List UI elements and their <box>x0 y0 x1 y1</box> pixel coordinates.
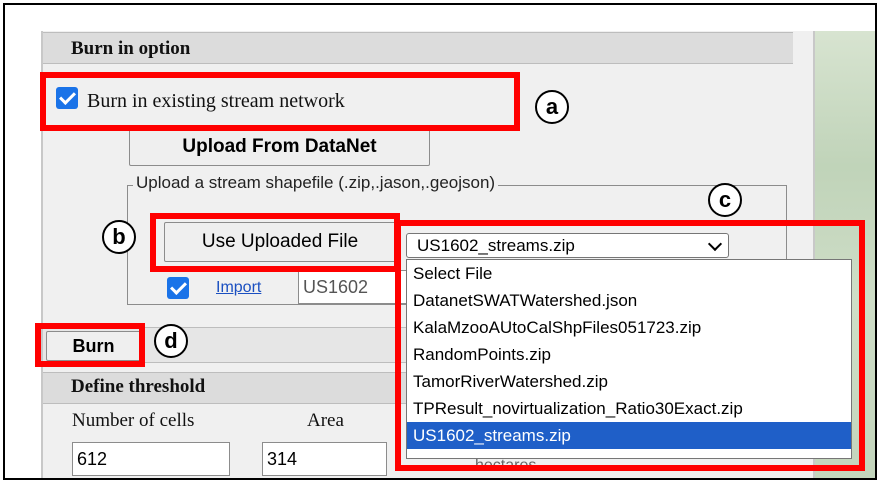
threshold-section-title: Define threshold <box>71 376 206 397</box>
import-file-input[interactable]: US1602 <box>298 270 408 304</box>
highlight-box-a <box>40 72 520 131</box>
area-input[interactable]: 314 <box>262 442 387 476</box>
import-checkbox[interactable] <box>167 277 189 299</box>
number-of-cells-input[interactable]: 612 <box>72 442 230 476</box>
highlight-box-b <box>150 213 400 272</box>
callout-a: a <box>535 90 569 124</box>
upload-shapefile-legend: Upload a stream shapefile (.zip,.jason,.… <box>133 173 499 193</box>
callout-c: c <box>708 183 742 217</box>
burn-section-title: Burn in option <box>71 38 191 59</box>
screenshot-frame: Burn in option Burn in existing stream n… <box>3 3 877 480</box>
callout-b: b <box>102 220 136 254</box>
highlight-box-d <box>35 323 145 367</box>
number-of-cells-label: Number of cells <box>72 410 195 431</box>
callout-d: d <box>154 324 188 358</box>
upload-from-datanet-button[interactable]: Upload From DataNet <box>129 127 430 166</box>
highlight-box-c <box>395 220 865 471</box>
import-link[interactable]: Import <box>216 279 261 297</box>
area-label: Area <box>307 410 344 431</box>
